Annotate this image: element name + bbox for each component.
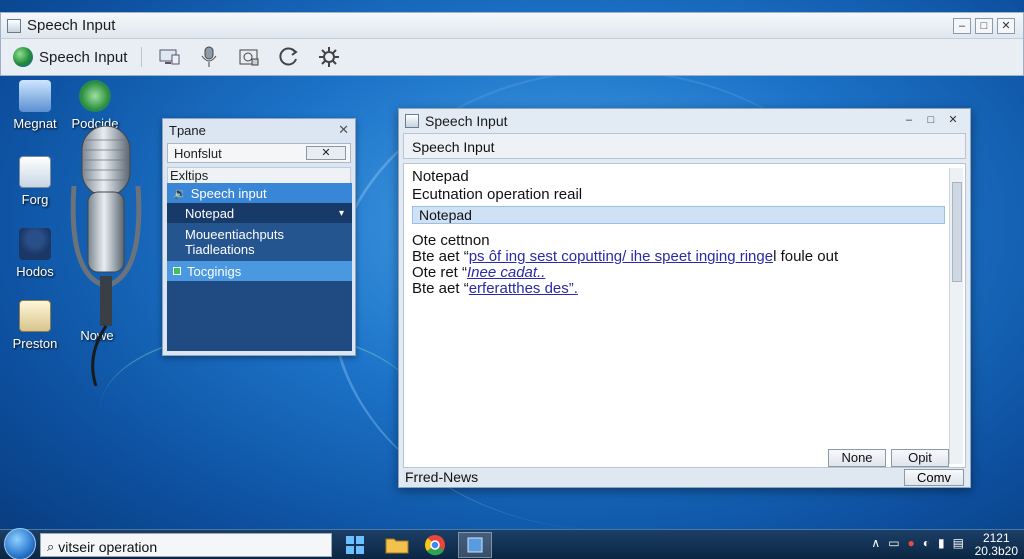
tpane-titlebar: Tpane ✕ [163,119,355,141]
window-controls: – □ ✕ [953,17,1023,34]
security-icon[interactable]: ● [908,536,915,550]
minimize-button[interactable]: – [953,17,971,34]
text-line: Ecutnation operation reail [412,186,583,203]
action-center-icon[interactable]: ▤ [953,536,964,550]
app-icon [7,18,21,33]
text-link[interactable]: erferatthes des”. [469,280,578,297]
text-line: Ote cettnon [412,232,490,249]
list-item-label: Notepad [185,205,235,221]
camera-icon[interactable] [236,45,262,69]
volume-icon[interactable]: ◐ [923,536,930,550]
list-item-label: Speech input [190,185,267,201]
gear-icon[interactable] [316,45,342,69]
vertical-scrollbar[interactable] [949,168,963,464]
microphone-icon [70,126,142,386]
window-title: Speech Input [425,113,508,129]
status-bar: Frred-News [403,469,966,487]
text-line: Bte aet “erferatthes des”. [412,280,578,297]
search-text: vitseir operation [58,538,158,555]
close-button[interactable]: ✕ [997,17,1015,34]
window-controls: – □ ✕ [900,113,970,129]
desktop-icon-label: Forg [21,192,49,207]
text-link[interactable]: Inee cadat.. [467,264,545,281]
battery-icon[interactable]: ▮ [938,536,945,550]
editor-area[interactable]: Notepad Ecutnation operation reail Notep… [403,163,966,468]
search-icon: ⌕ [47,538,55,554]
clear-button[interactable]: ✕ [306,146,346,160]
monitor-icon [19,80,51,112]
selected-line[interactable]: Notepad [412,206,945,224]
document-icon [19,156,51,188]
desktop-icon-preston[interactable]: Preston [0,300,70,351]
top-window-titlebar: Speech Input – □ ✕ [1,13,1023,39]
desktop-icon-label: Preston [12,336,58,351]
comv-button[interactable]: Comv [904,469,964,486]
toolbar: Speech Input [1,39,1023,75]
desktop-icon-forg[interactable]: Forg [0,156,70,207]
globe-icon [13,47,33,67]
speech-input-menu[interactable]: Speech Input [403,133,966,159]
desktop-icon-podcide[interactable]: Podcide [60,80,130,131]
tpane-title: Tpane [169,122,206,138]
speech-input-window: Speech Input – □ ✕ Speech Input Notepad … [398,108,971,488]
text-suffix: l foule out [773,248,839,265]
refresh-icon[interactable] [276,45,302,69]
text-prefix: Ote cettnon [412,232,490,249]
close-button[interactable]: ✕ [944,113,962,129]
list-item-speech-input[interactable]: 🔉 Speech input [167,183,352,203]
chrome-icon[interactable] [418,532,452,558]
system-tray: ∧ ▭ ● ◐ ▮ ▤ [871,536,964,550]
network-icon[interactable]: ▭ [888,536,899,550]
list-item-notepad[interactable]: Notepad ▾ [167,203,352,223]
status-icon [173,267,181,275]
folder-icon[interactable] [380,532,414,558]
taskbar-search[interactable]: ⌕ vitseir operation [40,533,332,557]
app-icon[interactable] [458,532,492,558]
window-titlebar: Speech Input – □ ✕ [399,109,970,133]
minimize-button[interactable]: – [900,113,918,129]
clipboard-icon [19,300,51,332]
windows-icon[interactable] [338,532,372,558]
tpane-window: Tpane ✕ Honfslut ✕ Exltips 🔉 Speech inpu… [162,118,356,356]
clock[interactable]: 2121 20.3b20 [975,532,1018,558]
speech-input-button[interactable]: Speech Input [13,47,143,67]
text-prefix: Bte aet “ [412,248,469,265]
maximize-button[interactable]: □ [975,17,993,34]
desktop-icon-hodos[interactable]: Hodos [0,228,70,279]
clock-date: 20.3b20 [974,544,1018,558]
list-item-multi[interactable]: Moueentiachputs Tiadleations [167,223,352,261]
app-icon [405,114,419,128]
none-button[interactable]: None [828,449,886,467]
close-button[interactable]: ✕ [338,122,349,138]
text-prefix: Bte aet “ [412,280,469,297]
scrollbar-thumb[interactable] [952,182,962,282]
monitor-icon[interactable] [156,45,182,69]
speaker-icon: 🔉 [173,187,187,200]
text-link[interactable]: ps ôf ing sest coputting/ ihe speet ingi… [469,248,773,265]
globe-icon [79,80,111,112]
speech-input-label: Speech Input [39,48,128,66]
tpane-input[interactable]: Honfslut ✕ [167,143,351,163]
list-item-tocginigs[interactable]: Tocginigs [167,261,352,281]
tpane-input-value: Honfslut [174,145,222,161]
text-line: Bte aet “ps ôf ing sest coputting/ ihe s… [412,248,838,265]
top-app-window: Speech Input – □ ✕ Speech Input [0,12,1024,76]
desktop-icon-label: Hodos [16,264,54,279]
user-icon [19,228,51,260]
start-button[interactable] [4,528,36,559]
list-item-label: Tocginigs [187,263,242,279]
text-prefix: Ote ret “ [412,264,468,281]
microphone-icon[interactable] [196,45,222,69]
maximize-button[interactable]: □ [922,113,940,129]
opit-button[interactable]: Opit [891,449,949,467]
chevron-down-icon: ▾ [338,207,344,219]
chevron-up-icon[interactable]: ∧ [871,536,880,550]
window-title: Speech Input [27,17,116,34]
tpane-list: 🔉 Speech input Notepad ▾ Moueentiachputs… [167,183,352,351]
text-line: Notepad [412,168,469,185]
taskbar: ⌕ vitseir operation ∧ ▭ ● ◐ ▮ ▤ 2121 20.… [0,528,1024,559]
text-line: Ote ret “Inee cadat.. [412,264,545,281]
